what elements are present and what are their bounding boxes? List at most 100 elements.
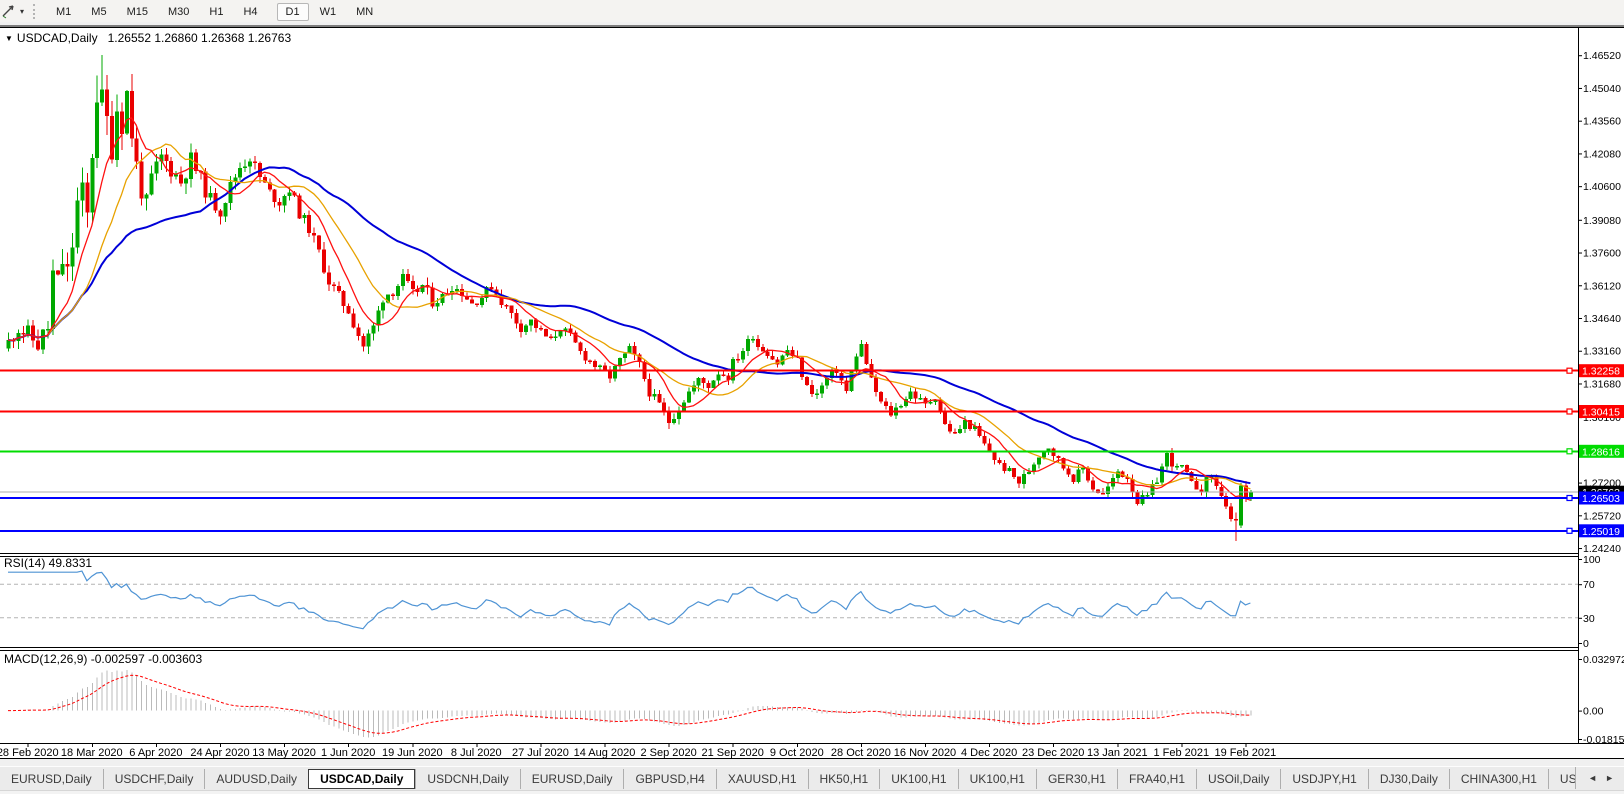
- timeframe-button-w1[interactable]: W1: [311, 3, 346, 21]
- svg-text:1.30415: 1.30415: [1582, 407, 1620, 419]
- timeframe-button-mn[interactable]: MN: [347, 3, 382, 21]
- svg-text:70: 70: [1583, 579, 1595, 591]
- svg-text:1.39080: 1.39080: [1583, 215, 1621, 227]
- svg-text:6 Apr 2020: 6 Apr 2020: [129, 747, 182, 759]
- svg-text:0.032972: 0.032972: [1583, 654, 1624, 666]
- line-handle: [1566, 367, 1573, 374]
- chart-tab-gbpusd-h4-6[interactable]: GBPUSD,H4: [623, 769, 715, 789]
- svg-text:1.40600: 1.40600: [1583, 181, 1621, 193]
- svg-text:28 Feb 2020: 28 Feb 2020: [0, 747, 59, 759]
- ma-slow-line: [7, 166, 1251, 485]
- svg-text:14 Aug 2020: 14 Aug 2020: [574, 747, 636, 759]
- timeframe-button-d1[interactable]: D1: [276, 3, 309, 21]
- toolbar-grip[interactable]: [33, 3, 39, 19]
- svg-text:28 Oct 2020: 28 Oct 2020: [831, 747, 891, 759]
- horizontal-line-1.26503[interactable]: [0, 494, 1578, 502]
- svg-text:1.33160: 1.33160: [1583, 346, 1621, 358]
- line-handle: [1566, 448, 1573, 455]
- chart-tab-eurusd-daily-0[interactable]: EURUSD,Daily: [0, 769, 103, 789]
- rsi-line: [8, 570, 1251, 630]
- svg-text:1.28616: 1.28616: [1582, 446, 1620, 458]
- chart-tab-eurusd-daily-5[interactable]: EURUSD,Daily: [519, 769, 624, 789]
- chart-tab-uk100-h1-9[interactable]: UK100,H1: [879, 769, 957, 789]
- svg-text:30: 30: [1583, 613, 1595, 625]
- svg-text:21 Sep 2020: 21 Sep 2020: [702, 747, 764, 759]
- chevron-down-icon[interactable]: ▾: [20, 7, 24, 16]
- price-level-badge-1.25019: 1.25019: [1579, 524, 1624, 538]
- tab-scroll-left-icon[interactable]: ◄: [1584, 773, 1601, 783]
- svg-text:1.25019: 1.25019: [1582, 526, 1620, 538]
- chart-tab-bar: EURUSD,Daily USDCHF,Daily AUDUSD,Daily USDC…: [0, 766, 1624, 791]
- line-handle: [1566, 494, 1573, 502]
- horizontal-line-1.28616[interactable]: [0, 448, 1578, 455]
- chart-tab-usdcad-daily-3[interactable]: USDCAD,Daily: [308, 769, 416, 789]
- date-axis[interactable]: 28 Feb 2020 18 Mar 2020 6 Apr 2020 24 Apr 2…: [0, 744, 1276, 759]
- chart-tab-china300-h1-16[interactable]: CHINA300,H1: [1448, 769, 1548, 789]
- svg-text:27 Jul 2020: 27 Jul 2020: [512, 747, 569, 759]
- tab-scroll-right-icon[interactable]: ►: [1601, 773, 1618, 783]
- chart-window: 1.46520 1.45040 1.43560 1.42080 1.40600 1.390…: [0, 27, 1624, 759]
- chart-tab-dj30-daily-15[interactable]: DJ30,Daily: [1367, 769, 1449, 789]
- timeframe-button-m1[interactable]: M1: [47, 3, 80, 21]
- svg-text:16 Nov 2020: 16 Nov 2020: [894, 747, 956, 759]
- timeframe-button-h4[interactable]: H4: [234, 3, 266, 21]
- chart-tools-icon[interactable]: [2, 4, 17, 19]
- macd-axis: 0.032972 0.00 -0.018154: [1578, 654, 1624, 746]
- macd-signal-line: [8, 674, 1251, 734]
- svg-text:19 Jun 2020: 19 Jun 2020: [382, 747, 443, 759]
- candles-layer: [6, 55, 1253, 542]
- svg-text:0.00: 0.00: [1583, 706, 1604, 718]
- svg-text:1.32258: 1.32258: [1582, 366, 1620, 378]
- horizontal-line-1.25019[interactable]: [0, 527, 1578, 534]
- chart-tab-fra40-h1-12[interactable]: FRA40,H1: [1116, 769, 1196, 789]
- chart-tab-usdchf-daily-1[interactable]: USDCHF,Daily: [102, 769, 205, 789]
- svg-text:1.34640: 1.34640: [1583, 313, 1621, 325]
- svg-text:9 Oct 2020: 9 Oct 2020: [770, 747, 824, 759]
- svg-text:1 Jun 2020: 1 Jun 2020: [321, 747, 375, 759]
- mt4-application-window: ▾ M1 M5 M15 M30 H1 H4 D1 W1 MN 1.46520 1.45040 1.4…: [0, 0, 1624, 794]
- svg-text:1.37600: 1.37600: [1583, 248, 1621, 260]
- svg-text:100: 100: [1583, 554, 1601, 566]
- ma-fast-line: [7, 116, 1251, 501]
- price-level-badge-1.32258: 1.32258: [1579, 364, 1624, 378]
- line-handle: [1566, 408, 1573, 415]
- timeframe-toolbar: ▾ M1 M5 M15 M30 H1 H4 D1 W1 MN: [0, 0, 1624, 22]
- svg-text:4 Dec 2020: 4 Dec 2020: [961, 747, 1017, 759]
- chart-tab-xauusd-h1-7[interactable]: XAUUSD,H1: [715, 769, 808, 789]
- horizontal-line-1.30415[interactable]: [0, 408, 1578, 415]
- status-strip: [0, 790, 1624, 794]
- timeframe-button-h1[interactable]: H1: [200, 3, 232, 21]
- svg-text:13 Jan 2021: 13 Jan 2021: [1087, 747, 1148, 759]
- chart-tab-ger30-h1-11[interactable]: GER30,H1: [1035, 769, 1117, 789]
- chart-tab-usoil-daily-13[interactable]: USOil,Daily: [1196, 769, 1280, 789]
- price-level-badge-1.26503: 1.26503: [1579, 491, 1624, 505]
- timeframe-button-m30[interactable]: M30: [159, 3, 198, 21]
- svg-text:2 Sep 2020: 2 Sep 2020: [640, 747, 696, 759]
- timeframe-button-m5[interactable]: M5: [82, 3, 115, 21]
- svg-text:1.46520: 1.46520: [1583, 50, 1621, 62]
- svg-text:8 Jul 2020: 8 Jul 2020: [451, 747, 502, 759]
- tab-scroll-arrows: ◄ ►: [1575, 767, 1624, 789]
- price-level-badge-1.30415: 1.30415: [1579, 405, 1624, 419]
- chart-tab-audusd-daily-2[interactable]: AUDUSD,Daily: [204, 769, 308, 789]
- svg-text:1.26503: 1.26503: [1582, 493, 1620, 505]
- chart-tab-uk100-h1-10[interactable]: UK100,H1: [957, 769, 1036, 789]
- svg-text:0: 0: [1583, 638, 1589, 650]
- svg-text:1.45040: 1.45040: [1583, 83, 1621, 95]
- macd-histogram: [17, 670, 1252, 738]
- ma-mid-line: [7, 143, 1251, 490]
- chart-tab-usdjpy-h1-14[interactable]: USDJPY,H1: [1280, 769, 1367, 789]
- svg-text:13 May 2020: 13 May 2020: [252, 747, 316, 759]
- chart-tab-hk50-h1-8[interactable]: HK50,H1: [807, 769, 880, 789]
- svg-text:-0.018154: -0.018154: [1583, 734, 1624, 746]
- chart-tab-usdcnh-daily-4[interactable]: USDCNH,Daily: [415, 769, 519, 789]
- svg-text:18 Mar 2020: 18 Mar 2020: [61, 747, 123, 759]
- svg-text:1.31680: 1.31680: [1583, 379, 1621, 391]
- rsi-axis: 100 70 30 0: [1578, 554, 1601, 650]
- price-chart-canvas[interactable]: 1.46520 1.45040 1.43560 1.42080 1.40600 1.390…: [0, 28, 1624, 759]
- price-level-badge-1.28616: 1.28616: [1579, 444, 1624, 458]
- timeframe-button-m15[interactable]: M15: [118, 3, 157, 21]
- price-axis: 1.46520 1.45040 1.43560 1.42080 1.40600 1.390…: [1578, 28, 1621, 743]
- line-handle: [1566, 527, 1573, 534]
- svg-text:1.36120: 1.36120: [1583, 280, 1621, 292]
